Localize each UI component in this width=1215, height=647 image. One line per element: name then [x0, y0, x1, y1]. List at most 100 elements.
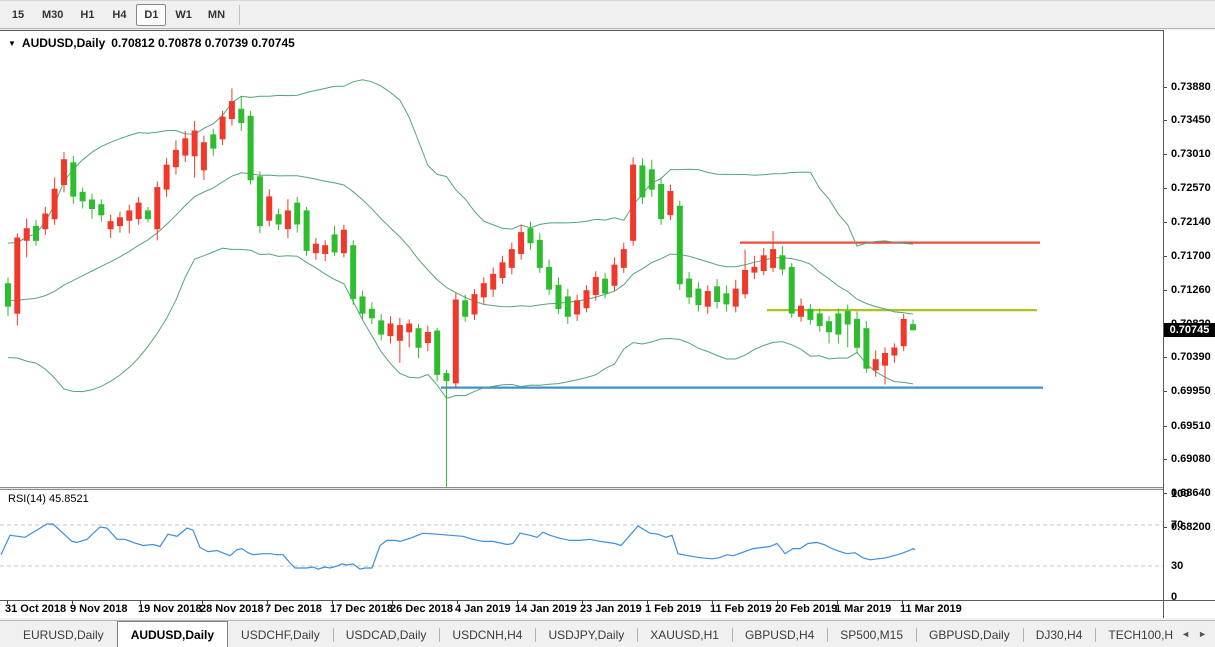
candle-body	[761, 256, 766, 271]
chart-window: ▼ AUDUSD,Daily 0.70812 0.70878 0.70739 0…	[0, 30, 1215, 618]
candlestick-chart[interactable]	[0, 31, 1163, 487]
price-axis-label: 0.73880	[1171, 81, 1211, 93]
tab-scroll-left-icon[interactable]: ◄	[1181, 629, 1190, 639]
candle-body	[34, 226, 39, 240]
candle-body	[379, 321, 384, 334]
symbol-tab-usdcnh[interactable]: USDCNH,H4	[439, 623, 535, 647]
candle-body	[323, 246, 328, 254]
price-axis-label: 0.69950	[1171, 385, 1211, 397]
bollinger-lower-band	[8, 248, 913, 398]
timeframe-toolbar: 15M30H1H4D1W1MN	[0, 0, 1215, 29]
symbol-tab-gbpusd[interactable]: GBPUSD,Daily	[916, 623, 1023, 647]
candle-body	[789, 267, 794, 313]
candle-body	[341, 230, 346, 253]
price-chart-pane[interactable]: ▼ AUDUSD,Daily 0.70812 0.70878 0.70739 0…	[0, 31, 1163, 487]
rsi-axis-label: 100	[1171, 488, 1189, 500]
candle-body	[257, 177, 262, 226]
date-axis-label: 1 Feb 2019	[645, 603, 701, 615]
candle-body	[855, 319, 860, 347]
candle-body	[332, 235, 337, 252]
candle-body	[145, 211, 150, 219]
timeframe-button-h4[interactable]: H4	[104, 4, 134, 26]
date-axis-label: 11 Mar 2019	[900, 603, 962, 615]
symbol-tabs: EURUSD,DailyAUDUSD,DailyUSDCHF,DailyUSDC…	[0, 621, 1173, 647]
timeframe-button-h1[interactable]: H1	[72, 4, 102, 26]
candle-body	[388, 324, 393, 336]
rsi-axis-label: 30	[1171, 560, 1183, 572]
candle-body	[99, 205, 104, 215]
tab-scroll-right-icon[interactable]: ►	[1198, 629, 1207, 639]
candle-body	[556, 285, 561, 308]
price-axis-label: 0.72140	[1171, 216, 1211, 228]
candle-body	[901, 319, 906, 345]
candle-body	[817, 314, 822, 326]
candle-body	[435, 331, 440, 374]
symbol-tab-usdjpy[interactable]: USDJPY,Daily	[535, 623, 637, 647]
candle-body	[631, 165, 636, 240]
candle-body	[621, 250, 626, 268]
collapse-indicator-icon[interactable]: ▼	[8, 39, 16, 48]
candle-body	[724, 294, 729, 304]
symbol-tab-tech100[interactable]: TECH100,H1	[1095, 623, 1173, 647]
symbol-tab-sp500[interactable]: SP500,M15	[827, 623, 916, 647]
candle-body	[752, 267, 757, 272]
price-axis-label: 0.72570	[1171, 182, 1211, 194]
candle-body	[80, 192, 85, 201]
axis-separator-line	[1163, 30, 1164, 618]
candle-body	[593, 278, 598, 295]
candle-body	[780, 256, 785, 269]
candle-body	[62, 160, 67, 185]
candle-body	[239, 109, 244, 122]
candle-body	[696, 289, 701, 305]
candle-body	[668, 192, 673, 215]
candle-body	[733, 289, 738, 306]
symbol-tab-bar: EURUSD,DailyAUDUSD,DailyUSDCHF,DailyUSDC…	[0, 620, 1215, 647]
candle-body	[136, 203, 141, 219]
timeframe-button-w1[interactable]: W1	[168, 4, 199, 26]
symbol-tab-audusd[interactable]: AUDUSD,Daily	[117, 621, 228, 647]
symbol-tab-usdcad[interactable]: USDCAD,Daily	[333, 623, 440, 647]
rsi-line	[1, 524, 915, 569]
symbol-tab-gbpusd[interactable]: GBPUSD,H4	[732, 623, 827, 647]
symbol-tab-xauusd[interactable]: XAUUSD,H1	[637, 623, 732, 647]
candle-body	[201, 143, 206, 170]
timeframe-button-mn[interactable]: MN	[201, 4, 232, 26]
candle-body	[836, 314, 841, 334]
candle-body	[183, 139, 188, 155]
date-axis-label: 9 Nov 2018	[70, 603, 127, 615]
candle-body	[267, 197, 272, 220]
candle-body	[519, 233, 524, 254]
candle-body	[407, 324, 412, 332]
rsi-indicator-label: RSI(14) 45.8521	[8, 493, 89, 505]
candle-body	[845, 312, 850, 324]
symbol-tab-dj30[interactable]: DJ30,H4	[1023, 623, 1096, 647]
candle-body	[397, 326, 402, 341]
price-axis[interactable]: 0.738800.734500.730100.725700.721400.717…	[1163, 30, 1215, 600]
candle-body	[715, 287, 720, 302]
candle-body	[118, 218, 123, 226]
candle-body	[659, 185, 664, 219]
candle-body	[705, 292, 710, 307]
candle-body	[220, 117, 225, 139]
candle-body	[528, 229, 533, 243]
timeframe-button-m30[interactable]: M30	[35, 4, 70, 26]
date-axis[interactable]: 31 Oct 20189 Nov 201819 Nov 201828 Nov 2…	[0, 601, 1163, 618]
candle-body	[687, 279, 692, 297]
chart-ohlc-values: 0.70812 0.70878 0.70739 0.70745	[111, 36, 295, 50]
candle-body	[547, 267, 552, 289]
timeframe-button-d1[interactable]: D1	[136, 4, 166, 26]
timeframe-button-15[interactable]: 15	[3, 4, 33, 26]
candle-body	[827, 322, 832, 332]
rsi-chart[interactable]	[0, 490, 1163, 600]
symbol-tab-usdchf[interactable]: USDCHF,Daily	[228, 623, 333, 647]
symbol-tab-eurusd[interactable]: EURUSD,Daily	[10, 623, 117, 647]
candle-body	[603, 279, 608, 293]
candle-body	[229, 102, 234, 119]
candle-body	[108, 222, 113, 229]
rsi-indicator-pane[interactable]: RSI(14) 45.8521	[0, 490, 1163, 600]
candle-body	[463, 301, 468, 317]
candle-body	[491, 274, 496, 289]
candle-body	[276, 215, 281, 224]
date-axis-label: 14 Jan 2019	[515, 603, 577, 615]
price-axis-label: 0.73450	[1171, 114, 1211, 126]
